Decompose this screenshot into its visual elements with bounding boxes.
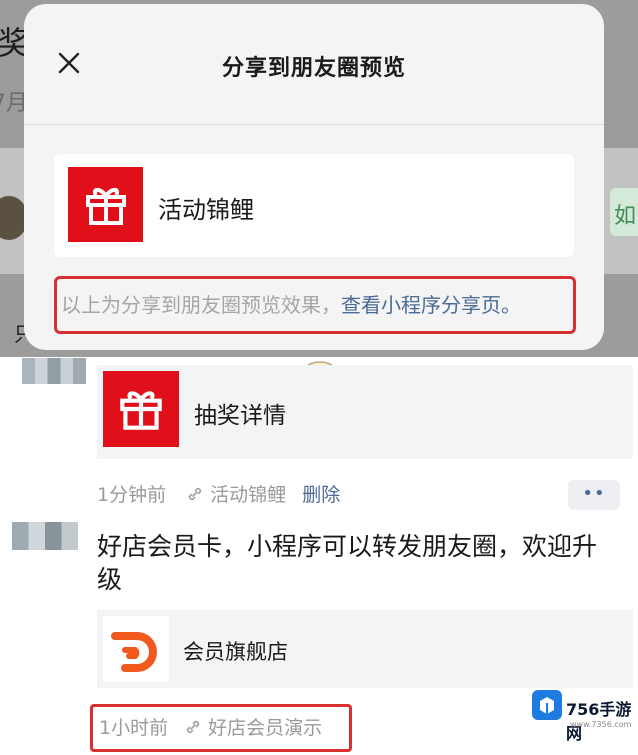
post2-text: 好店会员卡，小程序可以转发朋友圈，欢迎升级: [97, 532, 598, 594]
gift-icon: [103, 371, 179, 447]
post2-card-title: 会员旗舰店: [183, 640, 288, 664]
watermark-logo-icon: [532, 690, 562, 720]
background-side-button-label: 如: [614, 204, 637, 229]
more-button[interactable]: ••: [568, 480, 620, 510]
post1-card-title: 抽奖详情: [194, 403, 286, 429]
preview-card-title: 活动锦鲤: [158, 196, 254, 224]
delete-link[interactable]: 删除: [302, 484, 340, 506]
post1-source[interactable]: 活动锦鲤: [210, 484, 286, 506]
preview-card[interactable]: 活动锦鲤: [54, 154, 574, 257]
background-side-button: 如: [610, 188, 638, 236]
share-preview-modal: 分享到朋友圈预览 活动锦鲤 以上为分享到朋友圈预览效果，查看小程序分享页。: [24, 4, 604, 350]
view-share-page-link[interactable]: 查看小程序分享页。: [341, 293, 521, 317]
post1-card[interactable]: 抽奖详情: [97, 365, 633, 459]
preview-note-text: 以上为分享到朋友圈预览效果，: [61, 293, 341, 317]
modal-header: 分享到朋友圈预览: [24, 4, 604, 125]
modal-title: 分享到朋友圈预览: [221, 56, 406, 81]
post2-time: 1小时前: [99, 717, 169, 739]
preview-note: 以上为分享到朋友圈预览效果，查看小程序分享页。: [54, 276, 576, 334]
post1-meta: 1分钟前 活动锦鲤 删除: [97, 480, 340, 507]
watermark-url: www.7356.com: [570, 720, 632, 729]
blurred-avatar[interactable]: [22, 358, 86, 384]
post2-source[interactable]: 好店会员演示: [208, 717, 322, 739]
post1-time: 1分钟前: [97, 484, 167, 506]
post2-meta: 1小时前 好店会员演示: [90, 704, 352, 752]
blurred-avatar[interactable]: [12, 522, 78, 550]
store-logo-icon: [103, 616, 169, 682]
site-watermark: 756手游网 www.7356.com: [532, 690, 636, 743]
gift-icon: [68, 167, 143, 242]
link-icon: [188, 487, 202, 501]
post2-card[interactable]: 会员旗舰店: [97, 610, 633, 688]
link-icon: [186, 720, 200, 734]
